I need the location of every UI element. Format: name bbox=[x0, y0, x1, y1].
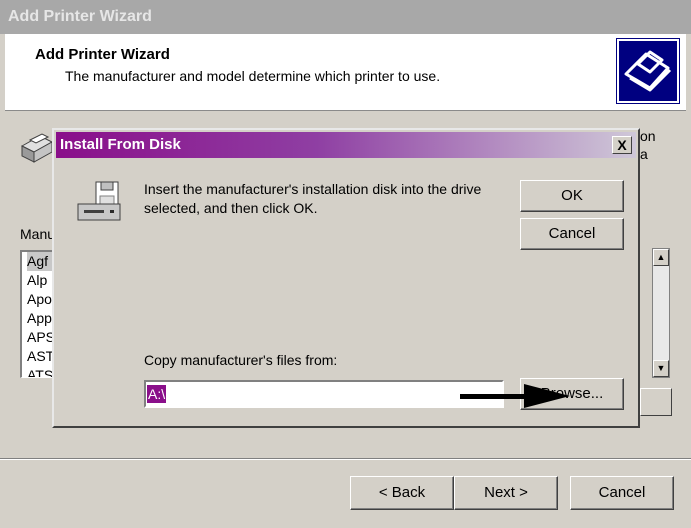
printer-wizard-icon bbox=[616, 38, 680, 104]
footer-divider bbox=[0, 458, 691, 460]
arrow-icon bbox=[460, 384, 570, 408]
ok-button[interactable]: OK bbox=[520, 180, 624, 212]
manufacturers-list[interactable]: Agf Alp Apo App APS AST ATS bbox=[20, 250, 56, 378]
scroll-up-icon[interactable]: ▲ bbox=[653, 249, 669, 266]
path-value: A:\ bbox=[147, 385, 167, 403]
models-scrollbar[interactable]: ▲ ▼ bbox=[652, 248, 670, 378]
description-fragment-line1: on bbox=[640, 128, 656, 144]
dialog-message: Insert the manufacturer's installation d… bbox=[144, 181, 482, 216]
list-item[interactable]: ATS bbox=[27, 366, 53, 377]
dialog-title: Install From Disk bbox=[60, 136, 181, 153]
copy-from-input[interactable] bbox=[144, 380, 504, 408]
description-fragment-line2: a bbox=[640, 146, 648, 162]
wizard-title: Add Printer Wizard bbox=[35, 46, 170, 63]
description-fragment: on a bbox=[640, 127, 656, 163]
close-icon[interactable]: X bbox=[612, 136, 632, 154]
copy-from-label: Copy manufacturer's files from: bbox=[144, 352, 338, 368]
manufacturers-label: Manu bbox=[20, 226, 56, 242]
printer-icon bbox=[18, 126, 56, 164]
dialog-titlebar: Install From Disk X bbox=[56, 132, 636, 158]
next-button[interactable]: Next > bbox=[454, 476, 558, 510]
wizard-cancel-button[interactable]: Cancel bbox=[570, 476, 674, 510]
wizard-subtitle: The manufacturer and model determine whi… bbox=[65, 68, 441, 84]
list-item[interactable]: AST bbox=[27, 347, 54, 366]
list-item[interactable]: App bbox=[27, 309, 52, 328]
list-item[interactable]: Agf bbox=[27, 252, 55, 271]
scroll-down-icon[interactable]: ▼ bbox=[653, 360, 669, 377]
list-item[interactable]: Alp bbox=[27, 271, 47, 290]
back-button[interactable]: < Back bbox=[350, 476, 454, 510]
window-title: Add Printer Wizard bbox=[8, 8, 152, 25]
install-from-disk-dialog: Install From Disk X Insert the manufactu… bbox=[52, 128, 640, 428]
window-titlebar: Add Printer Wizard bbox=[0, 0, 691, 34]
disk-drive-icon bbox=[76, 180, 122, 224]
have-disk-button-fragment[interactable] bbox=[640, 388, 672, 416]
wizard-header: Add Printer Wizard The manufacturer and … bbox=[5, 34, 686, 111]
dialog-cancel-button[interactable]: Cancel bbox=[520, 218, 624, 250]
list-item[interactable]: Apo bbox=[27, 290, 52, 309]
list-item[interactable]: APS bbox=[27, 328, 55, 347]
